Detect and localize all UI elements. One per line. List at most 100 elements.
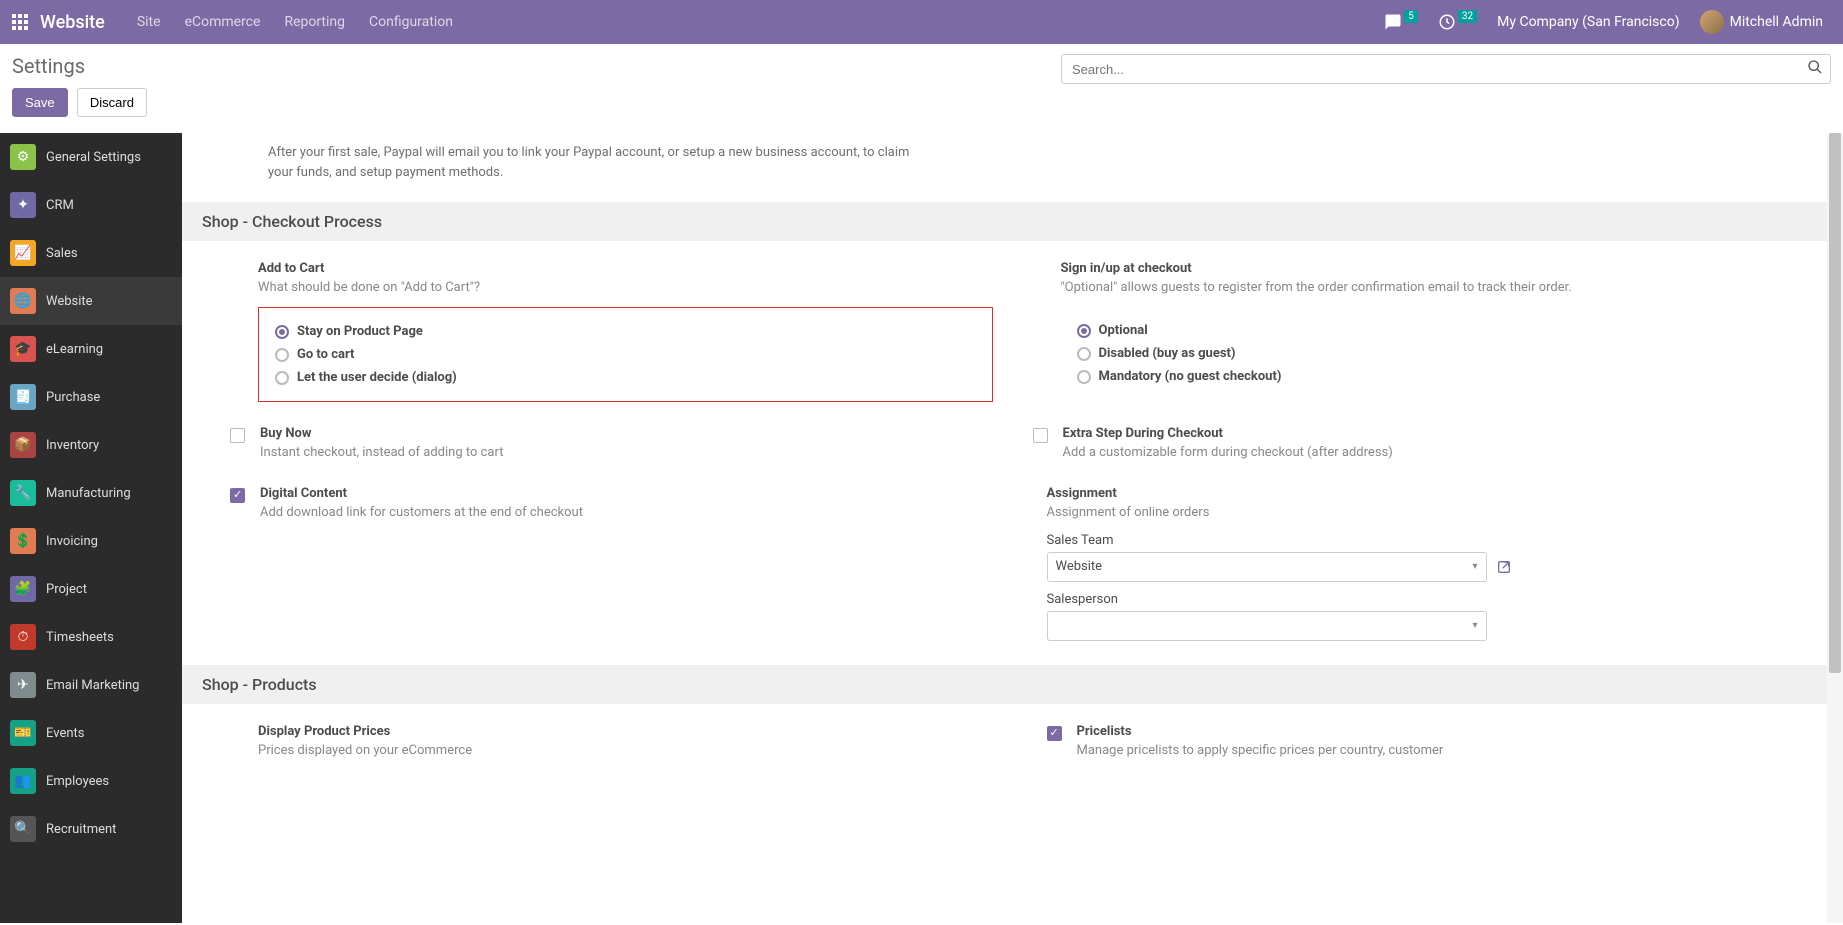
nav-configuration[interactable]: Configuration — [357, 14, 465, 30]
sidebar-item-inventory[interactable]: 📦 Inventory — [0, 421, 182, 469]
messaging-icon[interactable]: 5 — [1374, 13, 1428, 31]
settings-content: After your first sale, Paypal will email… — [182, 133, 1843, 923]
checkbox-digital[interactable] — [230, 488, 245, 503]
sidebar-item-website[interactable]: 🌐 Website — [0, 277, 182, 325]
settings-sidebar: ⚙ General Settings ✦CRM 📈 Sales 🌐 Website 🎓 eLea… — [0, 133, 182, 923]
sidebar-icon: 💲 — [10, 528, 36, 554]
brand-label[interactable]: Website — [40, 12, 105, 33]
sidebar-item-manufacturing[interactable]: 🔧 Manufacturing — [0, 469, 182, 517]
sidebar-item-label: General Settings — [46, 150, 141, 165]
checkbox-buy-now[interactable] — [230, 428, 245, 443]
assignment-title: Assignment — [1047, 486, 1796, 501]
sidebar-item-elearning[interactable]: 🎓 eLearning — [0, 325, 182, 373]
sidebar-item-general-settings[interactable]: ⚙ General Settings — [0, 133, 182, 181]
sidebar-item-invoicing[interactable]: 💲Invoicing — [0, 517, 182, 565]
radio-icon — [275, 371, 289, 385]
avatar-icon — [1700, 10, 1724, 34]
activity-icon[interactable]: 32 — [1428, 13, 1487, 31]
signin-radio-group: Optional Disabled (buy as guest) Mandato… — [1061, 307, 1796, 400]
digital-desc: Add download link for customers at the e… — [260, 504, 979, 522]
sidebar-icon: 🎫 — [10, 720, 36, 746]
display-prices-desc: Prices displayed on your eCommerce — [258, 742, 1007, 760]
msg-badge: 5 — [1404, 10, 1418, 23]
intro-text: After your first sale, Paypal will email… — [200, 133, 980, 202]
sidebar-icon: ⚙ — [10, 144, 36, 170]
discard-button[interactable]: Discard — [77, 88, 147, 117]
sidebar-item-sales[interactable]: 📈 Sales — [0, 229, 182, 277]
sidebar-icon: ✦ — [10, 192, 36, 218]
buy-now-desc: Instant checkout, instead of adding to c… — [260, 444, 993, 462]
sidebar-icon: 🎓 — [10, 336, 36, 362]
sidebar-icon: ⏱ — [10, 624, 36, 650]
sidebar-item-label: Email Marketing — [46, 678, 139, 693]
sidebar-item-label: Manufacturing — [46, 486, 131, 501]
radio-mandatory[interactable]: Mandatory (no guest checkout) — [1077, 365, 1780, 388]
checkbox-extra-step[interactable] — [1033, 428, 1048, 443]
checkbox-pricelists[interactable] — [1047, 726, 1062, 741]
sidebar-icon: 👥 — [10, 768, 36, 794]
sidebar-item-label: Inventory — [46, 438, 99, 453]
signin-title: Sign in/up at checkout — [1061, 261, 1796, 276]
sidebar-item-recruitment[interactable]: 🔍 Recruitment — [0, 805, 182, 853]
nav-reporting[interactable]: Reporting — [272, 14, 357, 30]
sidebar-icon: 🧾 — [10, 384, 36, 410]
add-to-cart-radio-group: Stay on Product Page Go to cart Let the … — [258, 307, 993, 402]
sidebar-item-label: eLearning — [46, 342, 103, 357]
sidebar-item-label: Sales — [46, 246, 78, 261]
radio-stay-on-page[interactable]: Stay on Product Page — [275, 320, 976, 343]
assignment-desc: Assignment of online orders — [1047, 504, 1796, 522]
apps-icon[interactable] — [10, 12, 30, 32]
sidebar-item-purchase[interactable]: 🧾Purchase — [0, 373, 182, 421]
section-products-header: Shop - Products — [182, 665, 1843, 704]
external-link-icon[interactable] — [1493, 556, 1515, 578]
salesperson-label: Salesperson — [1047, 592, 1796, 607]
sidebar-icon: 📦 — [10, 432, 36, 458]
pricelists-title: Pricelists — [1077, 724, 1796, 739]
radio-icon — [1077, 347, 1091, 361]
sidebar-item-crm[interactable]: ✦CRM — [0, 181, 182, 229]
radio-icon — [1077, 324, 1091, 338]
section-checkout-header: Shop - Checkout Process — [182, 202, 1843, 241]
buy-now-title: Buy Now — [260, 426, 993, 441]
add-to-cart-title: Add to Cart — [258, 261, 993, 276]
radio-icon — [1077, 370, 1091, 384]
digital-title: Digital Content — [260, 486, 979, 501]
sales-team-label: Sales Team — [1047, 533, 1796, 548]
display-prices-title: Display Product Prices — [258, 724, 1007, 739]
search-input[interactable] — [1061, 54, 1831, 84]
user-menu[interactable]: Mitchell Admin — [1690, 10, 1833, 34]
salesperson-select[interactable] — [1047, 611, 1487, 641]
sidebar-item-label: Project — [46, 582, 87, 597]
radio-user-decide[interactable]: Let the user decide (dialog) — [275, 366, 976, 389]
sidebar-item-events[interactable]: 🎫 Events — [0, 709, 182, 757]
sidebar-item-project[interactable]: 🧩Project — [0, 565, 182, 613]
nav-site[interactable]: Site — [125, 14, 173, 30]
sidebar-icon: 📈 — [10, 240, 36, 266]
save-button[interactable]: Save — [12, 88, 68, 117]
sidebar-item-employees[interactable]: 👥 Employees — [0, 757, 182, 805]
scrollbar[interactable] — [1827, 133, 1843, 923]
sidebar-icon: 🔍 — [10, 816, 36, 842]
signin-desc: "Optional" allows guests to register fro… — [1061, 279, 1796, 297]
sidebar-icon: 🌐 — [10, 288, 36, 314]
extra-step-title: Extra Step During Checkout — [1063, 426, 1796, 441]
sidebar-item-email-marketing[interactable]: ✈ Email Marketing — [0, 661, 182, 709]
radio-disabled[interactable]: Disabled (buy as guest) — [1077, 342, 1780, 365]
sidebar-item-label: Timesheets — [46, 630, 114, 645]
sidebar-item-label: Website — [46, 294, 93, 309]
sidebar-icon: 🔧 — [10, 480, 36, 506]
nav-ecommerce[interactable]: eCommerce — [173, 14, 273, 30]
radio-optional[interactable]: Optional — [1077, 319, 1780, 342]
radio-go-to-cart[interactable]: Go to cart — [275, 343, 976, 366]
sales-team-select[interactable]: Website — [1047, 552, 1487, 582]
company-selector[interactable]: My Company (San Francisco) — [1487, 14, 1689, 30]
username-label: Mitchell Admin — [1730, 14, 1823, 30]
sidebar-item-label: Events — [46, 726, 84, 741]
search-icon[interactable] — [1807, 59, 1823, 79]
radio-icon — [275, 325, 289, 339]
sidebar-item-label: Recruitment — [46, 822, 116, 837]
sidebar-icon: ✈ — [10, 672, 36, 698]
sidebar-item-label: Employees — [46, 774, 109, 789]
pricelists-desc: Manage pricelists to apply specific pric… — [1077, 742, 1796, 760]
sidebar-item-timesheets[interactable]: ⏱ Timesheets — [0, 613, 182, 661]
